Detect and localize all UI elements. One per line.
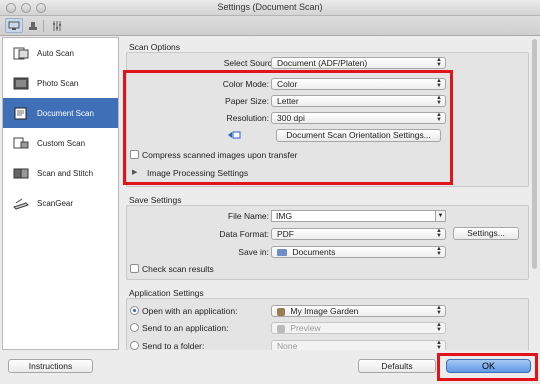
photo-scan-icon [12, 76, 30, 90]
sidebar-item-label: Auto Scan [37, 48, 74, 58]
scan-mode-sidebar: Auto Scan Photo Scan Document Scan Custo… [2, 37, 119, 350]
save-settings-title: Save Settings [129, 195, 182, 205]
toolbar-divider [43, 20, 44, 32]
sidebar-item-custom-scan[interactable]: Custom Scan [3, 128, 118, 158]
folder-icon [277, 249, 287, 257]
popup-arrows-icon: ▲ ▼ [436, 57, 442, 68]
open-with-app-popup[interactable]: My Image Garden ▲ ▼ [271, 305, 446, 317]
file-name-label: File Name: [227, 211, 269, 221]
toolbar [0, 16, 540, 36]
open-with-app-label: Open with an application: [142, 306, 238, 316]
data-format-value: PDF [277, 229, 294, 239]
send-to-folder-popup[interactable]: None ▲ ▼ [271, 340, 446, 350]
scan-options-highlight [123, 70, 453, 185]
save-in-popup[interactable]: Documents ▲ ▼ [271, 246, 446, 258]
check-scan-results-checkbox[interactable] [130, 264, 139, 273]
popup-arrows-icon: ▲ ▼ [436, 340, 442, 350]
app-icon [277, 307, 285, 316]
general-settings-icon[interactable] [48, 18, 66, 33]
title-bar: Settings (Document Scan) [0, 0, 540, 16]
sidebar-item-label: Custom Scan [37, 138, 86, 148]
custom-scan-icon [12, 136, 30, 150]
check-scan-results-label: Check scan results [142, 264, 214, 274]
sidebar-item-scan-and-stitch[interactable]: Scan and Stitch [3, 158, 118, 188]
select-source-value: Document (ADF/Platen) [277, 58, 368, 68]
scan-from-operation-panel-icon[interactable] [24, 18, 42, 33]
popup-arrows-icon: ▲ ▼ [436, 246, 442, 257]
select-source-popup[interactable]: Document (ADF/Platen) ▲ ▼ [271, 57, 446, 69]
sidebar-item-auto-scan[interactable]: Auto Scan [3, 38, 118, 68]
ok-highlight [437, 353, 538, 381]
popup-arrows-icon: ▲ ▼ [436, 305, 442, 316]
send-to-app-label: Send to an application: [142, 323, 229, 333]
scan-and-stitch-icon [12, 166, 30, 180]
send-to-app-popup[interactable]: Preview ▲ ▼ [271, 322, 446, 334]
sidebar-item-scangear[interactable]: ScanGear [3, 188, 118, 218]
popup-arrows-icon: ▲ ▼ [436, 228, 442, 239]
send-to-app-radio[interactable] [130, 323, 139, 332]
open-with-app-radio[interactable] [130, 306, 139, 315]
select-source-label: Select Source: [223, 58, 279, 68]
save-in-label: Save in: [238, 247, 269, 257]
send-to-folder-radio[interactable] [130, 341, 139, 350]
application-settings-title: Application Settings [129, 288, 204, 298]
instructions-button[interactable]: Instructions [8, 359, 93, 373]
footer: Instructions Defaults OK [0, 350, 540, 384]
send-to-app-value: Preview [290, 323, 321, 333]
file-name-value: IMG [276, 211, 293, 221]
chevron-down-icon[interactable]: ▼ [435, 211, 445, 221]
sidebar-item-label: ScanGear [37, 198, 74, 208]
sidebar-item-document-scan[interactable]: Document Scan [3, 98, 118, 128]
scroll-thumb[interactable] [532, 39, 537, 269]
sidebar-item-photo-scan[interactable]: Photo Scan [3, 68, 118, 98]
data-format-label: Data Format: [219, 229, 269, 239]
settings-panel: Scan Options Select Source: Document (AD… [121, 37, 538, 350]
open-with-app-value: My Image Garden [290, 306, 359, 316]
app-icon [277, 324, 285, 333]
popup-arrows-icon: ▲ ▼ [436, 322, 442, 333]
sidebar-item-label: Document Scan [37, 108, 94, 118]
save-in-value: Documents [292, 247, 336, 257]
send-to-folder-label: Send to a folder: [142, 341, 205, 350]
scangear-icon [12, 196, 30, 210]
window-title: Settings (Document Scan) [217, 2, 323, 12]
scrollbar[interactable] [531, 37, 538, 350]
save-format-settings-button[interactable]: Settings... [453, 227, 519, 240]
send-to-folder-value: None [277, 341, 298, 350]
document-scan-icon [12, 106, 30, 120]
file-name-combo[interactable]: IMG ▼ [271, 210, 446, 222]
scan-options-title: Scan Options [129, 42, 181, 52]
data-format-popup[interactable]: PDF ▲ ▼ [271, 228, 446, 240]
auto-scan-icon [12, 46, 30, 60]
sidebar-item-label: Scan and Stitch [37, 168, 94, 178]
scan-from-computer-icon[interactable] [5, 18, 23, 33]
defaults-button[interactable]: Defaults [358, 359, 436, 373]
sidebar-item-label: Photo Scan [37, 78, 79, 88]
